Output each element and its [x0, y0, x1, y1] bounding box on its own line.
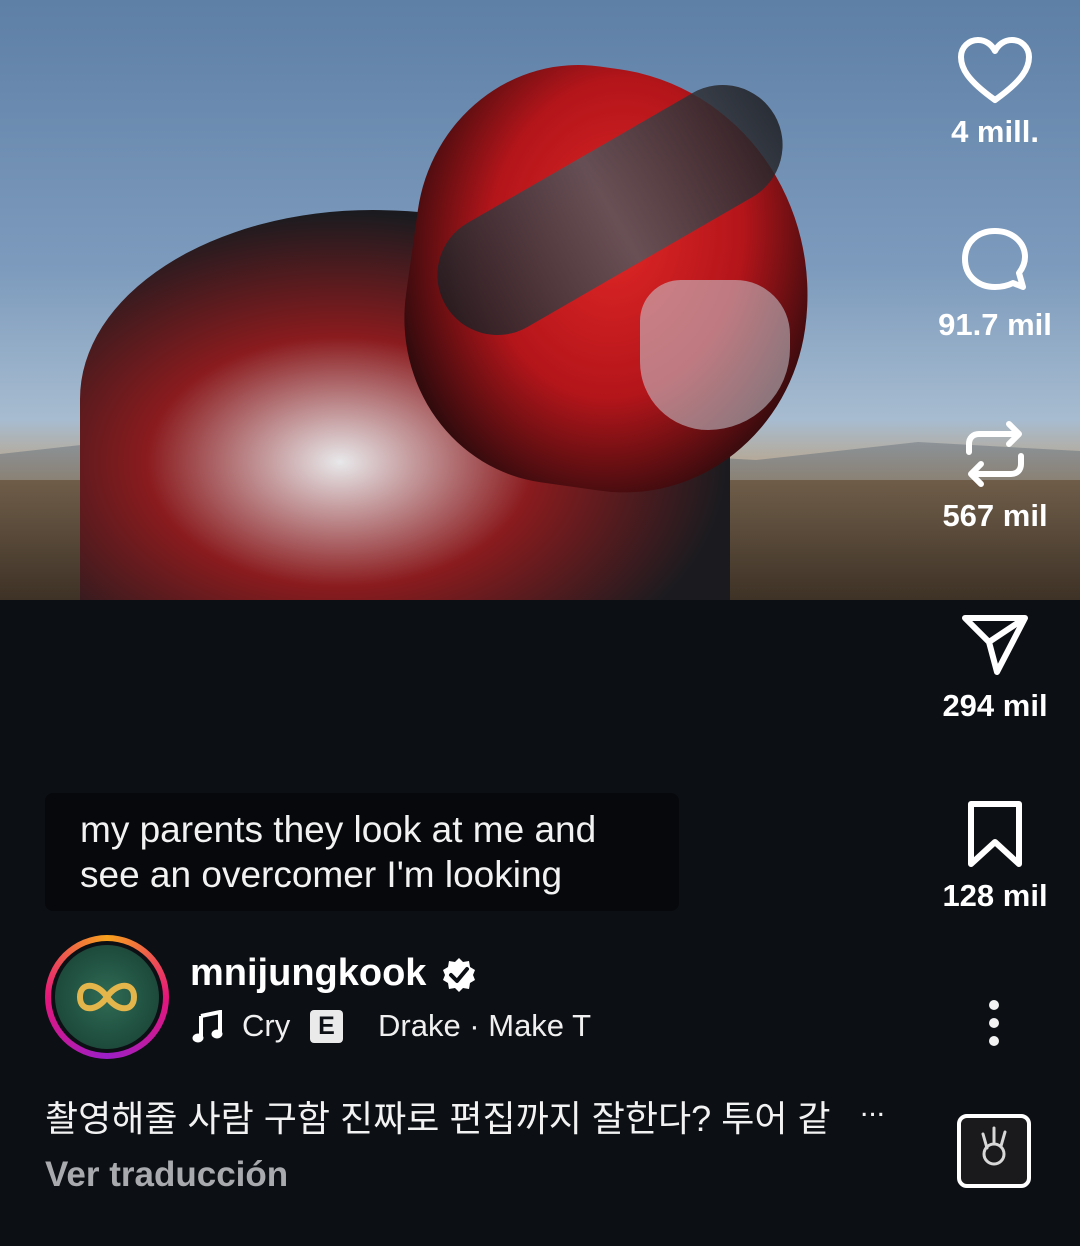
bookmark-icon [968, 801, 1022, 867]
send-icon [962, 615, 1028, 675]
more-dot-icon [989, 1018, 999, 1028]
avatar-frame [51, 941, 163, 1053]
comment-count: 91.7 mil [938, 307, 1052, 342]
repost-button[interactable]: 567 mil [910, 418, 1080, 534]
subtitle-box: my parents they look at me and see an ov… [45, 793, 679, 911]
caption-more-ellipsis[interactable]: ... [860, 1090, 885, 1124]
share-button[interactable]: 294 mil [910, 610, 1080, 724]
repost-count: 567 mil [942, 498, 1048, 533]
subtitle-line-1: my parents they look at me and [80, 809, 597, 850]
post-caption[interactable]: 촬영해줄 사람 구함 진짜로 편집까지 잘한다? 투어 같 [45, 1090, 831, 1142]
like-button[interactable]: 4 mill. [910, 36, 1080, 150]
song-artist: Drake · Make T [378, 1008, 592, 1043]
like-count: 4 mill. [951, 114, 1039, 149]
music-note-icon [192, 1010, 223, 1043]
avatar-image [55, 945, 159, 1049]
save-count: 128 mil [942, 878, 1048, 913]
author-username[interactable]: mnijungkook [190, 952, 426, 995]
see-translation-link[interactable]: Ver traducción [45, 1155, 288, 1195]
comment-bubble-icon [962, 228, 1028, 290]
repost-icon [966, 421, 1024, 487]
explicit-badge: E [310, 1010, 343, 1043]
more-dot-icon [989, 1036, 999, 1046]
avatar[interactable] [45, 935, 169, 1059]
verified-badge-icon [443, 958, 475, 992]
original-audio-thumbnail[interactable] [957, 1114, 1031, 1188]
subtitle-line-2: see an overcomer I'm looking [80, 854, 563, 895]
comment-button[interactable]: 91.7 mil [910, 227, 1080, 343]
hand-gesture-icon [981, 1126, 1007, 1166]
save-button[interactable]: 128 mil [910, 800, 1080, 914]
more-dot-icon [989, 1000, 999, 1010]
avatar-infinity-logo [76, 982, 138, 1012]
song-title: Cry [242, 1008, 291, 1043]
more-options-button[interactable] [965, 1000, 1025, 1050]
heart-icon [958, 37, 1032, 103]
share-count: 294 mil [942, 688, 1048, 723]
